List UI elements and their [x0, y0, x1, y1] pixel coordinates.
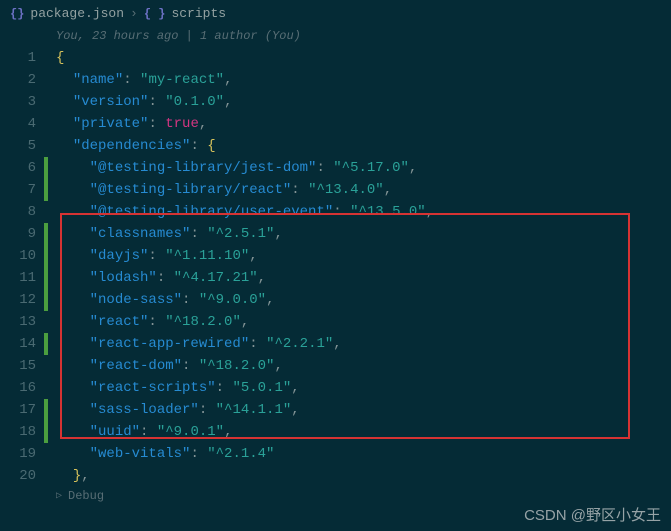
code-line[interactable]: }, — [56, 465, 671, 487]
line-number-gutter: 1234567891011121314151617181920 — [0, 47, 44, 487]
chevron-right-icon: › — [130, 6, 138, 21]
code-line[interactable]: "sass-loader": "^14.1.1", — [56, 399, 671, 421]
code-line[interactable]: "node-sass": "^9.0.0", — [56, 289, 671, 311]
line-number: 12 — [0, 289, 44, 311]
breadcrumb-file[interactable]: package.json — [30, 6, 124, 21]
code-content[interactable]: { "name": "my-react", "version": "0.1.0"… — [48, 47, 671, 487]
gitlens-author-info: You, 23 hours ago | 1 author (You) — [0, 27, 671, 47]
code-line[interactable]: "private": true, — [56, 113, 671, 135]
line-number: 3 — [0, 91, 44, 113]
line-number: 7 — [0, 179, 44, 201]
watermark: CSDN @野区小女王 — [524, 504, 661, 525]
line-number: 2 — [0, 69, 44, 91]
code-line[interactable]: "@testing-library/user-event": "^13.5.0"… — [56, 201, 671, 223]
code-line[interactable]: "version": "0.1.0", — [56, 91, 671, 113]
line-number: 13 — [0, 311, 44, 333]
code-line[interactable]: "@testing-library/react": "^13.4.0", — [56, 179, 671, 201]
line-number: 9 — [0, 223, 44, 245]
line-number: 1 — [0, 47, 44, 69]
code-line[interactable]: "uuid": "^9.0.1", — [56, 421, 671, 443]
line-number: 20 — [0, 465, 44, 487]
code-line[interactable]: "react-dom": "^18.2.0", — [56, 355, 671, 377]
line-number: 19 — [0, 443, 44, 465]
line-number: 10 — [0, 245, 44, 267]
breadcrumb-section[interactable]: scripts — [171, 6, 226, 21]
line-number: 4 — [0, 113, 44, 135]
play-icon: ▷ — [56, 490, 62, 502]
line-number: 17 — [0, 399, 44, 421]
code-editor[interactable]: 1234567891011121314151617181920 { "name"… — [0, 47, 671, 487]
debug-label[interactable]: Debug — [68, 489, 104, 503]
line-number: 5 — [0, 135, 44, 157]
code-line[interactable]: "react": "^18.2.0", — [56, 311, 671, 333]
line-number: 6 — [0, 157, 44, 179]
code-line[interactable]: "web-vitals": "^2.1.4" — [56, 443, 671, 465]
code-line[interactable]: "classnames": "^2.5.1", — [56, 223, 671, 245]
code-line[interactable]: "dependencies": { — [56, 135, 671, 157]
code-line[interactable]: { — [56, 47, 671, 69]
code-line[interactable]: "lodash": "^4.17.21", — [56, 267, 671, 289]
code-line[interactable]: "react-scripts": "5.0.1", — [56, 377, 671, 399]
code-line[interactable]: "dayjs": "^1.11.10", — [56, 245, 671, 267]
line-number: 14 — [0, 333, 44, 355]
code-line[interactable]: "react-app-rewired": "^2.2.1", — [56, 333, 671, 355]
code-line[interactable]: "name": "my-react", — [56, 69, 671, 91]
json-file-icon: {} — [10, 7, 24, 21]
breadcrumb[interactable]: {} package.json › { } scripts — [0, 0, 671, 27]
code-line[interactable]: "@testing-library/jest-dom": "^5.17.0", — [56, 157, 671, 179]
line-number: 18 — [0, 421, 44, 443]
braces-icon: { } — [144, 7, 166, 21]
line-number: 11 — [0, 267, 44, 289]
debug-codelens[interactable]: ▷ Debug — [0, 487, 671, 503]
line-number: 15 — [0, 355, 44, 377]
line-number: 8 — [0, 201, 44, 223]
line-number: 16 — [0, 377, 44, 399]
